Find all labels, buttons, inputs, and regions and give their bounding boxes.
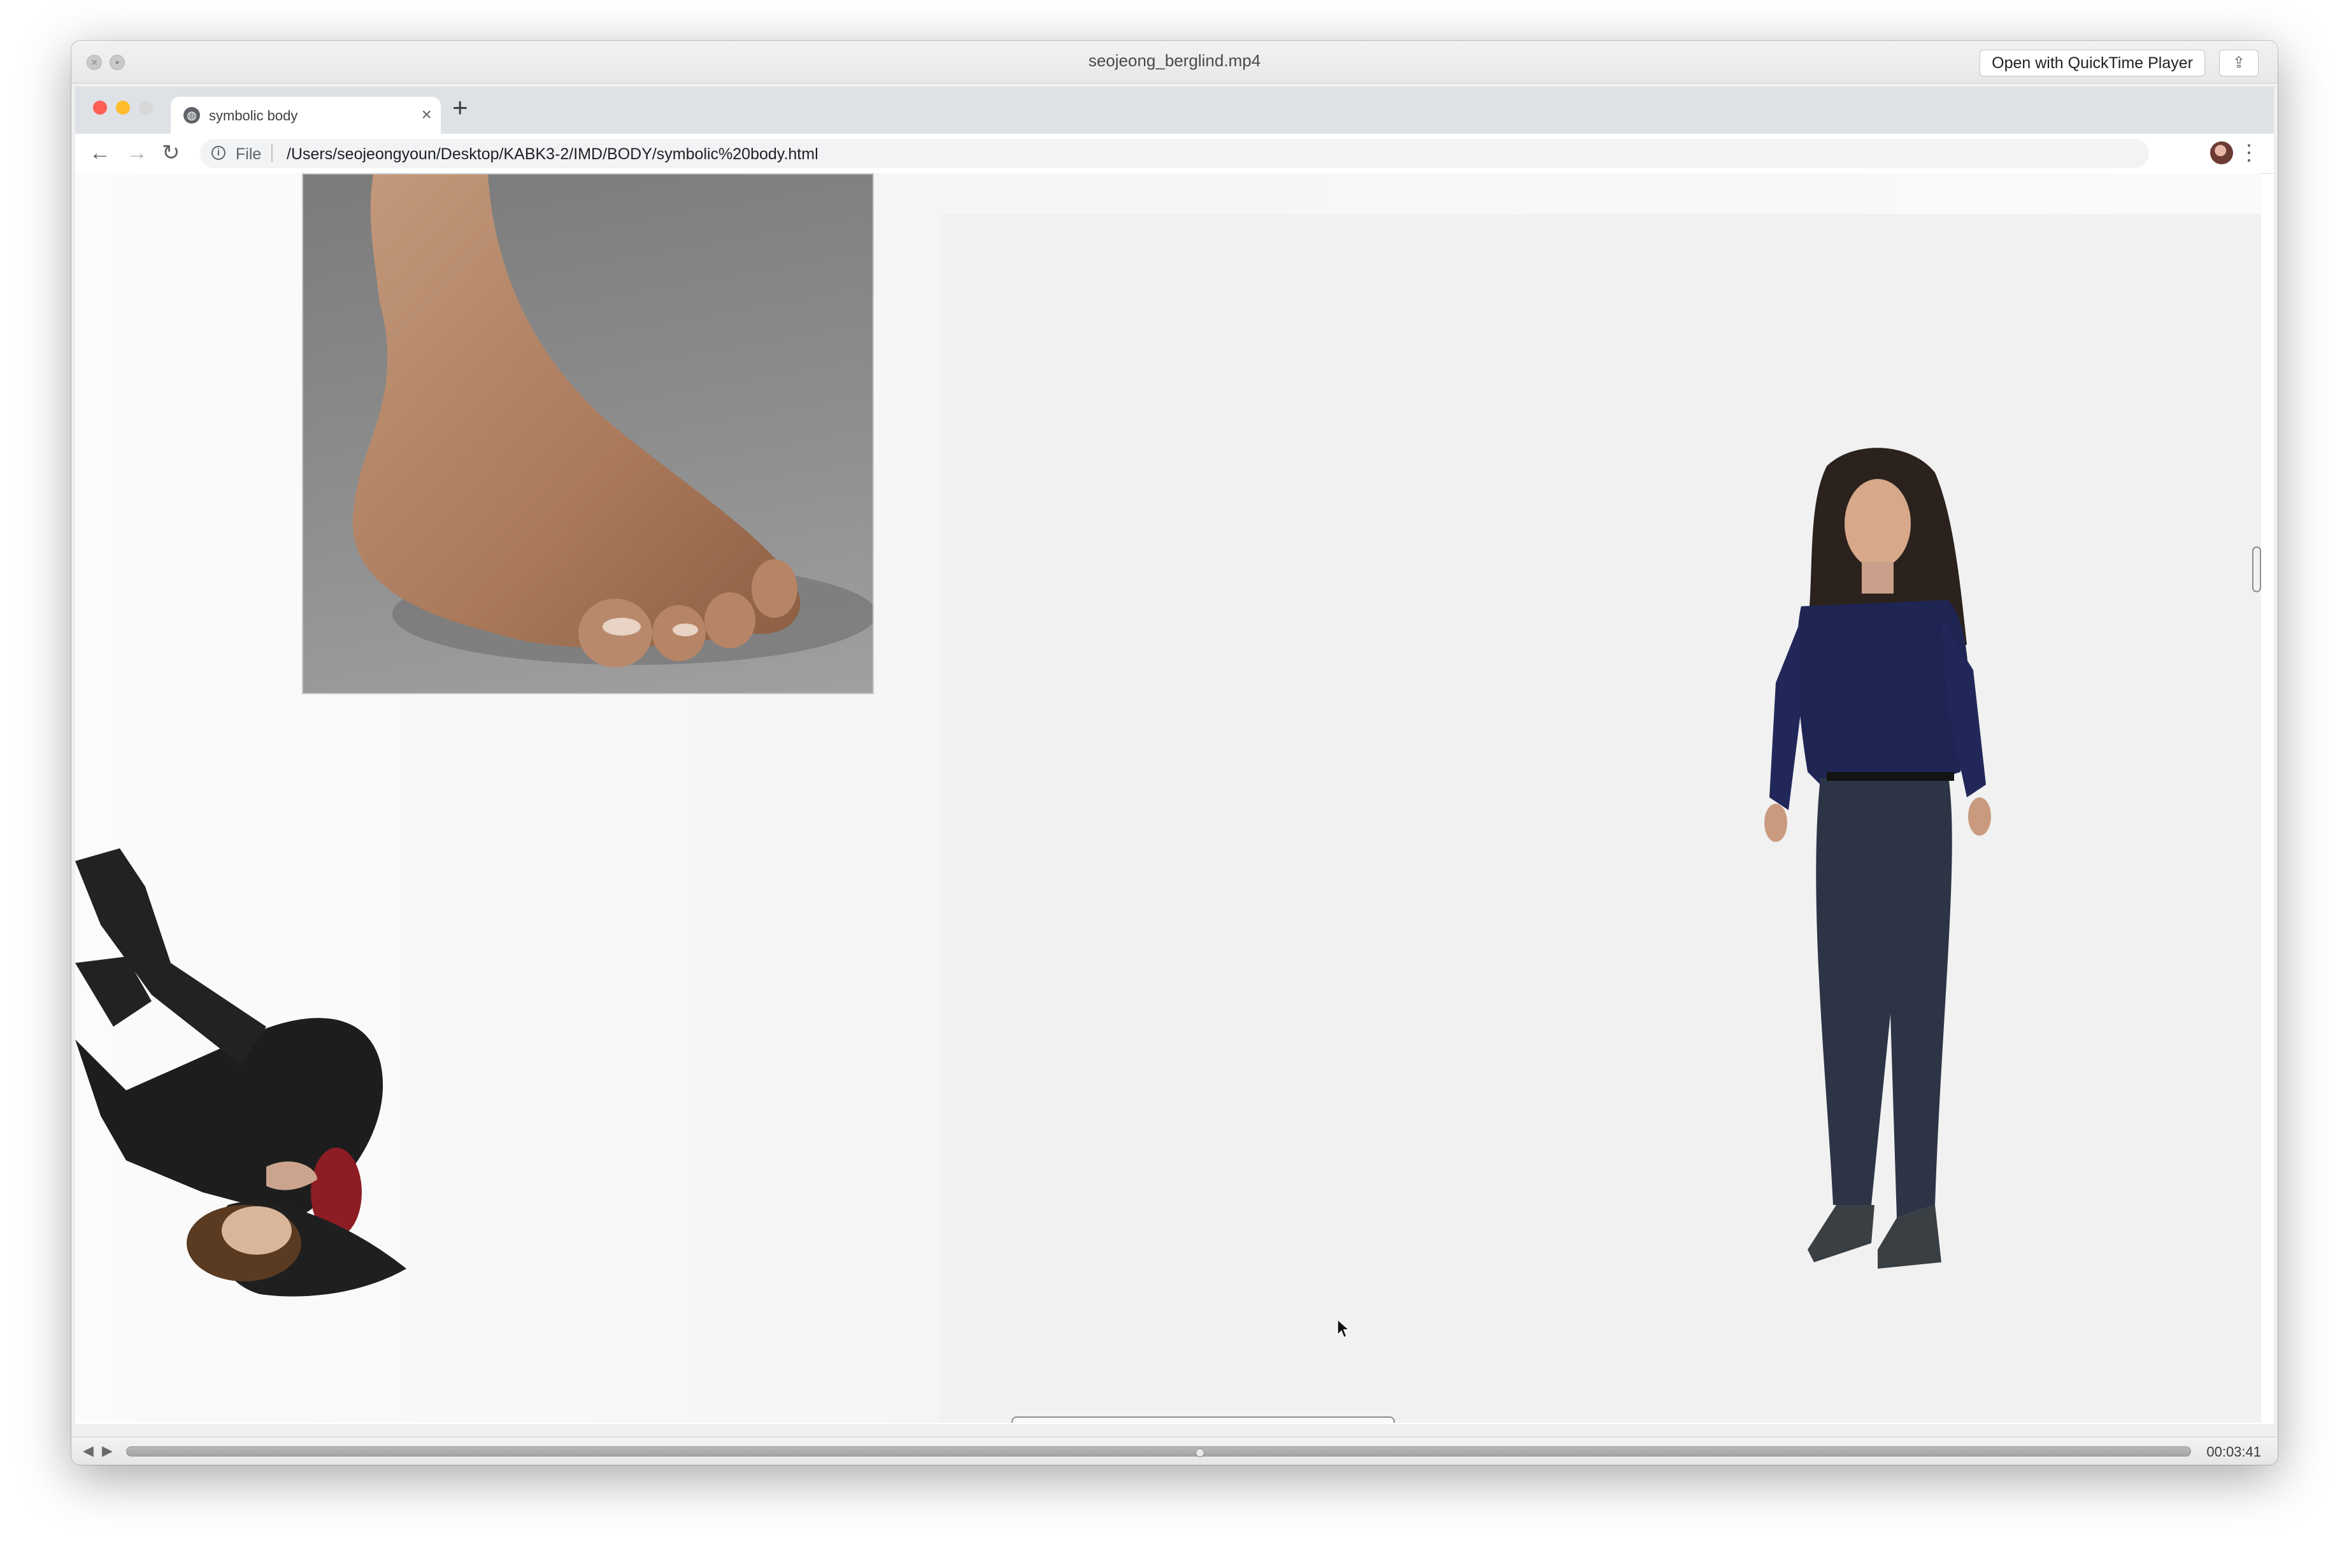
horizontal-scrollbar-thumb[interactable] [1011, 1416, 1395, 1423]
video-filename: seojeong_berglind.mp4 [1088, 51, 1261, 70]
forward-arrow-icon[interactable]: → [126, 141, 148, 164]
timeline-scrubber[interactable] [126, 1446, 2191, 1457]
elapsed-time: 00:03:41 [2206, 1444, 2261, 1460]
foot-illustration [352, 175, 873, 667]
foot-image [302, 173, 874, 694]
player-controls: ◀ ▶ 00:03:41 [71, 1437, 2278, 1465]
avatar[interactable] [2210, 141, 2233, 164]
play-icon[interactable]: ▶ [102, 1443, 113, 1459]
tab-strip: ◍ symbolic body × + [75, 87, 2274, 134]
playhead[interactable] [1195, 1448, 1204, 1457]
reload-icon[interactable]: ↻ [162, 141, 180, 164]
background-panel [940, 214, 2261, 1423]
page-content [75, 173, 2261, 1423]
new-tab-icon[interactable]: + [452, 94, 468, 121]
address-separator [271, 144, 273, 162]
window-close-icon [93, 101, 107, 115]
url-text[interactable]: /Users/seojeongyoun/Desktop/KABK3-2/IMD/… [287, 145, 818, 164]
address-bar[interactable]: i File /Users/seojeongyoun/Desktop/KABK3… [200, 139, 2149, 168]
info-icon[interactable]: i [211, 146, 225, 160]
browser-toolbar: ← → ↻ i File /Users/seojeongyoun/Desktop… [75, 134, 2274, 174]
vertical-scrollbar-thumb[interactable] [2252, 546, 2261, 592]
rewind-icon[interactable]: ◀ [83, 1443, 94, 1459]
quicktime-window: × • seojeong_berglind.mp4 Open with Quic… [71, 41, 2278, 1465]
scheme-label: File [236, 145, 262, 163]
tab-close-icon[interactable]: × [422, 104, 432, 125]
globe-icon: ◍ [183, 107, 200, 124]
open-with-quicktime-button[interactable]: Open with QuickTime Player [1980, 50, 2205, 76]
video-frame-browser: ◍ symbolic body × + ← → ↻ i File /Users/… [75, 87, 2274, 1424]
mouse-cursor-icon [1337, 1318, 1350, 1339]
standing-figure [1764, 448, 1991, 1269]
window-zoom-icon [139, 101, 153, 115]
back-arrow-icon[interactable]: ← [89, 141, 111, 164]
player-titlebar: × • seojeong_berglind.mp4 Open with Quic… [71, 41, 2278, 83]
tab-title: symbolic body [209, 108, 298, 124]
window-minimize-icon [116, 101, 130, 115]
tab-symbolic-body[interactable]: ◍ symbolic body × [171, 97, 441, 134]
share-icon[interactable]: ⇪ [2219, 50, 2259, 76]
lying-figure [75, 848, 406, 1297]
kebab-menu-icon[interactable]: ⋮ [2238, 140, 2260, 166]
vertical-scrollbar[interactable] [2248, 173, 2261, 1423]
